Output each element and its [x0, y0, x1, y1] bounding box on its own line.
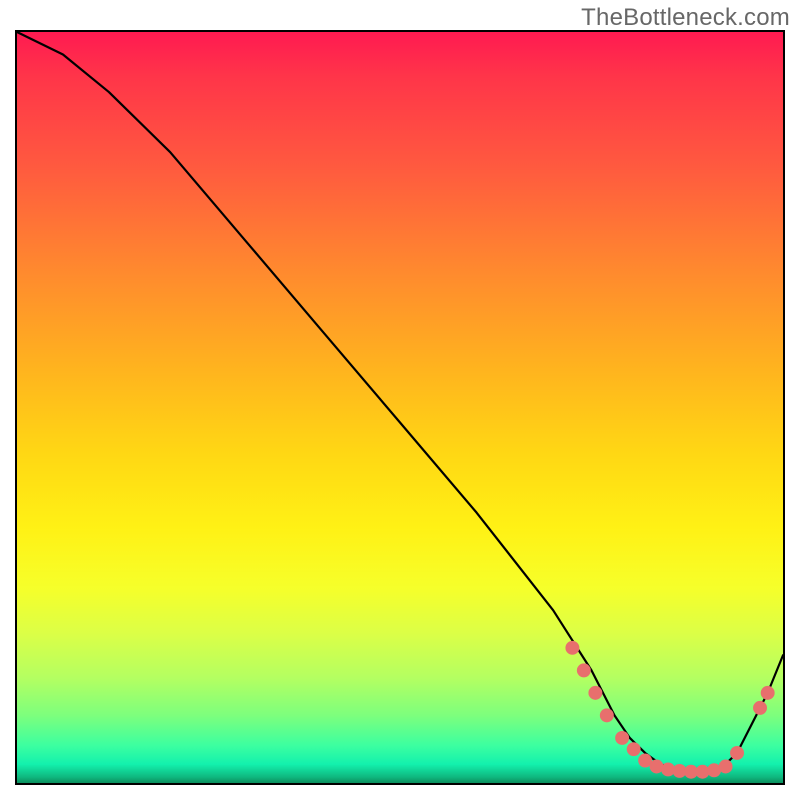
line-layer — [17, 32, 783, 772]
marker-dot — [719, 760, 733, 774]
marker-dot — [600, 708, 614, 722]
marker-dot — [577, 663, 591, 677]
marker-dot — [753, 701, 767, 715]
marker-dot — [627, 742, 641, 756]
curve-line — [17, 32, 783, 772]
chart-stage: TheBottleneck.com — [0, 0, 800, 800]
marker-dot — [615, 731, 629, 745]
plot-frame — [15, 30, 785, 785]
watermark-text: TheBottleneck.com — [581, 4, 790, 32]
plot-area — [17, 32, 783, 783]
marker-layer — [565, 641, 774, 779]
chart-svg — [17, 32, 783, 783]
marker-dot — [588, 686, 602, 700]
marker-dot — [761, 686, 775, 700]
marker-dot — [730, 746, 744, 760]
marker-dot — [565, 641, 579, 655]
